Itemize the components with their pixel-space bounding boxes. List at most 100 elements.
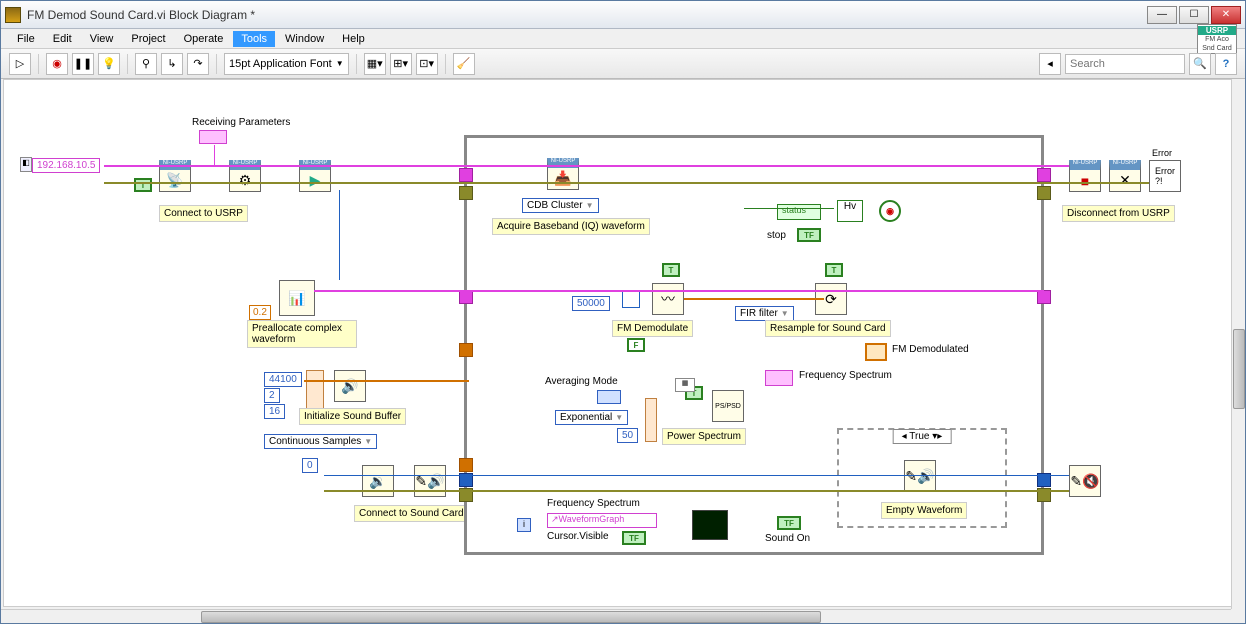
freq-spectrum-indicator[interactable]: [765, 370, 793, 386]
sound-output-task-vi[interactable]: 🔉: [362, 465, 394, 497]
while-loop[interactable]: NI-USRP📥 CDB Cluster▼ Acquire Baseband (…: [464, 135, 1044, 555]
label-freq-spec-2: Frequency Spectrum: [547, 498, 640, 509]
exponential-ring[interactable]: Exponential▼: [555, 410, 628, 425]
true-const-2[interactable]: T: [662, 263, 680, 277]
prealloc-waveform-vi[interactable]: 📊: [279, 280, 315, 316]
search-button[interactable]: 🔍: [1189, 53, 1211, 75]
sound-write-in-case-vi[interactable]: ✎🔊: [904, 460, 936, 492]
fir-filter-ring[interactable]: FIR filter▼: [735, 306, 794, 321]
label-connect-usrp: Connect to USRP: [159, 205, 248, 222]
case-structure[interactable]: ◂ True ▾▸ ✎🔊 Empty Waveform: [837, 428, 1007, 528]
error-handler-vi[interactable]: Error?!: [1149, 160, 1181, 192]
retain-wire-button[interactable]: ⚲: [135, 53, 157, 75]
fm-demodulated-indicator[interactable]: [865, 343, 887, 361]
menu-help[interactable]: Help: [334, 31, 373, 47]
const-16[interactable]: 16: [264, 404, 285, 419]
shift-reg-orange-left: [459, 458, 473, 472]
cursor-visible-terminal[interactable]: TF: [622, 531, 646, 545]
toolbar: ▷ ◉ ❚❚ 💡 ⚲ ↳ ↷ 15pt Application Font▼ ▦▾…: [1, 49, 1245, 79]
distribute-button[interactable]: ⊞▾: [390, 53, 412, 75]
minimize-button[interactable]: —: [1147, 6, 1177, 24]
sound-format-wire: [304, 380, 469, 382]
fm-demodulate-vi[interactable]: 〰: [652, 283, 684, 315]
pause-button[interactable]: ❚❚: [72, 53, 94, 75]
const-0[interactable]: 0: [302, 458, 318, 473]
usrp-abort-vi[interactable]: NI-USRP■: [1069, 160, 1101, 192]
label-fm-demodulated: FM Demodulated: [892, 344, 969, 355]
params-wire-v: [214, 145, 215, 165]
psd-task-terminal[interactable]: ▦: [675, 378, 695, 392]
usrp-close-vi[interactable]: NI-USRP✕: [1109, 160, 1141, 192]
menu-file[interactable]: File: [9, 31, 43, 47]
continuous-samples-ring[interactable]: Continuous Samples▼: [264, 434, 377, 449]
sound-output-configure-vi[interactable]: 🔊: [334, 370, 366, 402]
label-power-spectrum: Power Spectrum: [662, 428, 746, 445]
case-selector[interactable]: ◂ True ▾▸: [893, 429, 952, 444]
label-error: Error: [1152, 148, 1172, 158]
stop-control-terminal[interactable]: TF: [797, 228, 821, 242]
search-input[interactable]: [1065, 54, 1185, 74]
close-button[interactable]: ✕: [1211, 6, 1241, 24]
label-avg-mode: Averaging Mode: [545, 376, 618, 387]
menu-view[interactable]: View: [82, 31, 122, 47]
const-50[interactable]: 50: [617, 428, 638, 443]
vertical-scrollbar[interactable]: [1231, 79, 1245, 609]
vscroll-thumb[interactable]: [1233, 329, 1245, 409]
receiving-params-terminal[interactable]: [199, 130, 227, 144]
label-resample: Resample for Sound Card: [765, 320, 891, 337]
help-button[interactable]: ?: [1215, 53, 1237, 75]
sound-error-wire: [324, 490, 1069, 492]
font-selector[interactable]: 15pt Application Font▼: [224, 53, 349, 75]
const-50000[interactable]: 50000: [572, 296, 610, 311]
sound-output-clear-vi[interactable]: ✎🔇: [1069, 465, 1101, 497]
usrp-fetch-vi[interactable]: NI-USRP📥: [547, 158, 579, 190]
power-spectrum-vi[interactable]: PS/PSD: [712, 390, 744, 422]
avg-mode-const[interactable]: [597, 390, 621, 404]
menu-edit[interactable]: Edit: [45, 31, 80, 47]
ip-constant[interactable]: 192.168.10.5: [32, 158, 100, 173]
menu-tools[interactable]: Tools: [233, 31, 275, 47]
status-wire: [744, 208, 834, 209]
label-empty-waveform: Empty Waveform: [881, 502, 967, 519]
const-2[interactable]: 2: [264, 388, 280, 403]
menu-window[interactable]: Window: [277, 31, 332, 47]
tunnel-pink-left: [459, 168, 473, 182]
block-diagram-canvas[interactable]: Receiving Parameters 192.168.10.5 ◧ NI-U…: [3, 79, 1243, 607]
step-into-button[interactable]: ↳: [161, 53, 183, 75]
tunnel-orange-left: [459, 343, 473, 357]
label-stop: stop: [767, 230, 786, 241]
menu-operate[interactable]: Operate: [176, 31, 232, 47]
status-unbundle[interactable]: status: [777, 204, 821, 220]
hscroll-thumb[interactable]: [201, 611, 821, 623]
or-node[interactable]: Hv: [837, 200, 863, 222]
rate-wire-v: [339, 190, 340, 280]
coerce-node[interactable]: [622, 290, 640, 308]
error-wire: [104, 182, 1149, 184]
shift-reg-pink-right: [1037, 290, 1051, 304]
true-const-1[interactable]: T: [134, 178, 152, 192]
highlight-button[interactable]: 💡: [98, 53, 120, 75]
waveform-graph-terminal[interactable]: [692, 510, 728, 540]
search-prev-button[interactable]: ◂: [1039, 53, 1061, 75]
label-prealloc: Preallocate complex waveform: [247, 320, 357, 348]
step-over-button[interactable]: ↷: [187, 53, 209, 75]
maximize-button[interactable]: ☐: [1179, 6, 1209, 24]
const-0-2[interactable]: 0.2: [249, 305, 271, 320]
run-button[interactable]: ▷: [9, 53, 31, 75]
align-button[interactable]: ▦▾: [364, 53, 386, 75]
waveform-graph-property[interactable]: ↗WaveformGraph: [547, 513, 657, 528]
sound-on-terminal[interactable]: TF: [777, 516, 801, 530]
false-const[interactable]: F: [627, 338, 645, 352]
true-const-3[interactable]: T: [825, 263, 843, 277]
reorder-button[interactable]: ⊡▾: [416, 53, 438, 75]
abort-button[interactable]: ◉: [46, 53, 68, 75]
sound-write-vi[interactable]: ✎🔊: [414, 465, 446, 497]
menu-project[interactable]: Project: [123, 31, 173, 47]
demod-out-wire: [684, 298, 824, 300]
cleanup-button[interactable]: 🧹: [453, 53, 475, 75]
const-44100[interactable]: 44100: [264, 372, 302, 387]
cdb-cluster-ring[interactable]: CDB Cluster▼: [522, 198, 599, 213]
horizontal-scrollbar[interactable]: [1, 609, 1231, 623]
stop-terminal[interactable]: ◉: [879, 200, 901, 222]
bundle-avg[interactable]: [645, 398, 657, 442]
